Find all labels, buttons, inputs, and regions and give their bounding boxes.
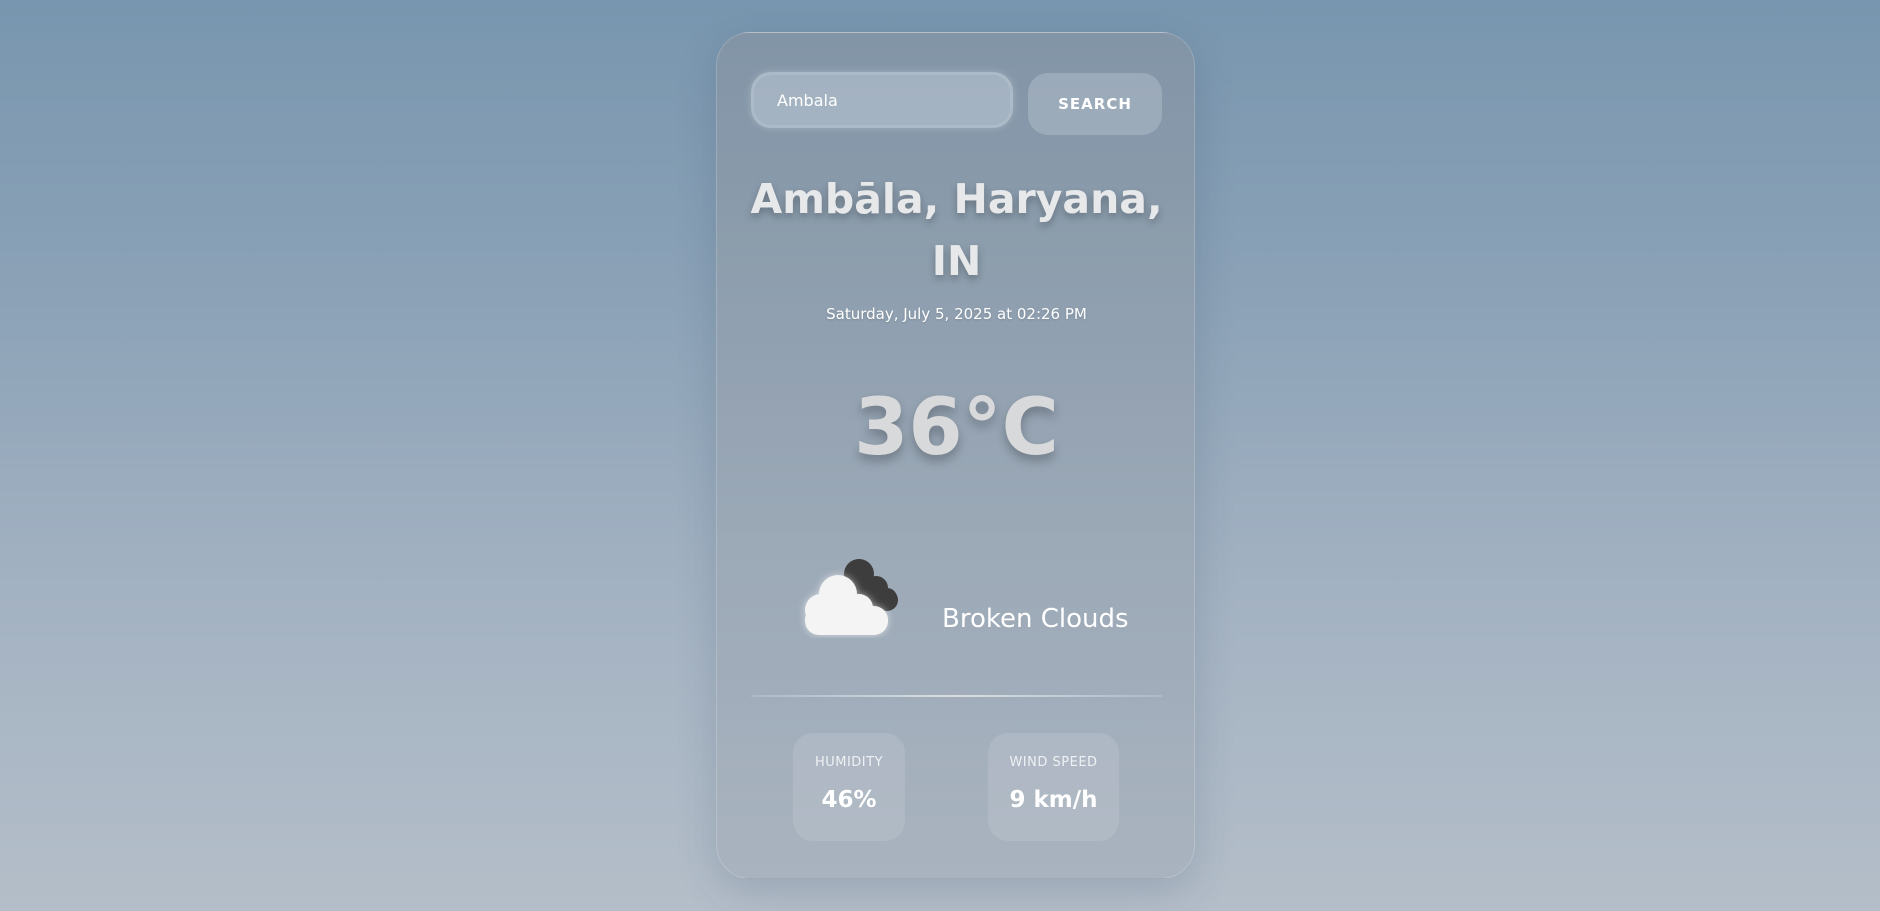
location-title: Ambāla, Haryana, IN	[750, 175, 1163, 285]
search-input[interactable]	[751, 72, 1013, 128]
wind-speed-panel: WIND SPEED 9 km/h	[988, 733, 1119, 841]
humidity-label: HUMIDITY	[814, 755, 884, 770]
weather-card: SEARCH Ambāla, Haryana, IN Saturday, Jul…	[716, 32, 1195, 879]
wind-speed-label: WIND SPEED	[1009, 755, 1098, 770]
search-button[interactable]: SEARCH	[1028, 73, 1162, 135]
broken-clouds-icon	[805, 559, 898, 635]
divider	[751, 695, 1162, 697]
weather-condition: Broken Clouds	[942, 604, 1129, 634]
temperature: 36°C	[854, 383, 1059, 473]
wind-speed-value: 9 km/h	[1009, 787, 1098, 813]
humidity-value: 46%	[821, 787, 877, 813]
humidity-panel: HUMIDITY 46%	[793, 733, 905, 841]
date-time: Saturday, July 5, 2025 at 02:26 PM	[826, 305, 1087, 323]
